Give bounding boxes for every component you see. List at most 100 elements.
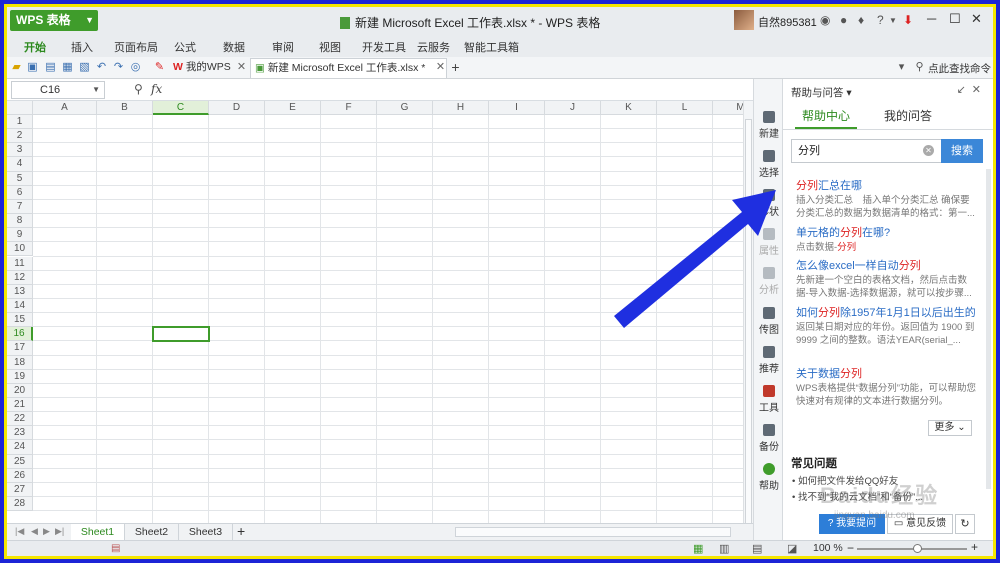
- prev-sheet-icon[interactable]: ◀: [31, 526, 38, 537]
- rail-item-help[interactable]: 帮助: [754, 463, 784, 492]
- column-header[interactable]: J: [545, 101, 601, 115]
- eye-protection-icon[interactable]: ◪: [787, 542, 797, 555]
- avatar[interactable]: [734, 10, 754, 30]
- tab-developer[interactable]: 开发工具: [362, 39, 406, 55]
- rail-item-shape[interactable]: 形状: [754, 189, 784, 218]
- tab-view[interactable]: 视图: [319, 39, 341, 55]
- vip-icon[interactable]: ◉: [820, 13, 830, 27]
- pdf-icon[interactable]: ▧: [78, 61, 91, 74]
- row-header[interactable]: 19: [7, 369, 33, 384]
- close-button[interactable]: ✕: [971, 11, 982, 27]
- row-header[interactable]: 25: [7, 454, 33, 469]
- redo-icon[interactable]: ↷: [112, 61, 125, 74]
- row-header[interactable]: 21: [7, 398, 33, 413]
- add-sheet-button[interactable]: +: [237, 523, 245, 539]
- command-search[interactable]: 点此查找命令: [928, 61, 991, 76]
- row-header[interactable]: 12: [7, 270, 33, 285]
- tab-help-center[interactable]: 帮助中心: [795, 105, 857, 129]
- zoom-slider[interactable]: [857, 544, 967, 553]
- row-header[interactable]: 4: [7, 157, 33, 172]
- column-header[interactable]: M: [713, 101, 743, 115]
- more-button[interactable]: 更多 ⌄: [928, 420, 972, 436]
- chevron-down-icon[interactable]: ▼: [889, 16, 897, 25]
- spreadsheet-grid[interactable]: ABCDEFGHIJKLM 1 2 3 4 5 6 7 8 9 10 11 12 13 14 15 16 17 1…: [7, 101, 743, 523]
- tab-cloud[interactable]: 云服务: [417, 39, 450, 55]
- rail-item-recommend[interactable]: 推荐: [754, 346, 784, 375]
- row-header[interactable]: 24: [7, 440, 33, 455]
- column-header[interactable]: E: [265, 101, 321, 115]
- help-search-button[interactable]: 搜索: [941, 139, 983, 163]
- column-header[interactable]: C: [153, 101, 209, 115]
- name-box[interactable]: C16 ▼: [11, 81, 105, 99]
- close-tab-icon[interactable]: ✕: [434, 61, 447, 74]
- tab-formulas[interactable]: 公式: [174, 39, 196, 55]
- tshirt-icon[interactable]: ♦: [858, 13, 864, 27]
- close-pane-icon[interactable]: ✕: [972, 84, 987, 96]
- print-preview-icon[interactable]: ▤: [44, 61, 57, 74]
- row-header[interactable]: 17: [7, 341, 33, 356]
- first-sheet-icon[interactable]: |◀: [15, 526, 24, 537]
- zoom-in-icon[interactable]: +: [971, 540, 978, 554]
- rail-item-new[interactable]: 新建: [754, 111, 784, 140]
- normal-view-icon[interactable]: ▦: [693, 542, 703, 555]
- doc-tab-my-wps[interactable]: W 我的WPS: [169, 58, 235, 78]
- vertical-scrollbar[interactable]: [743, 101, 753, 529]
- tab-insert[interactable]: 插入: [71, 39, 93, 55]
- selected-cell[interactable]: [152, 326, 210, 343]
- horizontal-scrollbar[interactable]: [455, 527, 731, 537]
- tab-smart-tools[interactable]: 智能工具箱: [464, 39, 519, 55]
- sheet-tab-2[interactable]: Sheet2: [125, 524, 179, 541]
- column-header[interactable]: G: [377, 101, 433, 115]
- tab-home[interactable]: 开始: [24, 39, 46, 55]
- find-icon[interactable]: ◎: [129, 61, 142, 74]
- result-title[interactable]: 怎么像excel一样自动分列: [796, 259, 976, 273]
- zoom-icon[interactable]: ⚲: [134, 82, 143, 96]
- result-title[interactable]: 分列汇总在哪: [796, 179, 976, 193]
- row-header[interactable]: 28: [7, 497, 33, 512]
- row-header[interactable]: 23: [7, 426, 33, 441]
- row-header[interactable]: 9: [7, 228, 33, 243]
- clear-search-icon[interactable]: ✕: [923, 145, 934, 156]
- row-header[interactable]: 26: [7, 468, 33, 483]
- zoom-slider-handle[interactable]: [913, 544, 922, 553]
- next-sheet-icon[interactable]: ▶: [43, 526, 50, 537]
- layout-icon[interactable]: ▾: [895, 61, 908, 74]
- rail-item-tools[interactable]: 工具: [754, 385, 784, 414]
- result-item[interactable]: 如何分列除1957年1月1日以后出生的 返回某日期对应的年份。返回值为 1900…: [796, 306, 976, 347]
- rail-item-backup[interactable]: 备份: [754, 424, 784, 453]
- help-question-icon[interactable]: ?: [877, 13, 884, 27]
- skin-icon[interactable]: ●: [840, 13, 847, 27]
- reading-mode-icon[interactable]: ▤: [752, 542, 762, 555]
- row-header[interactable]: 14: [7, 298, 33, 314]
- help-pane-scrollbar[interactable]: [986, 169, 991, 489]
- row-header[interactable]: 5: [7, 171, 33, 186]
- rail-item-select[interactable]: 选择: [754, 150, 784, 179]
- maximize-button[interactable]: ☐: [949, 11, 961, 27]
- open-icon[interactable]: ▰: [10, 61, 23, 74]
- new-tab-icon[interactable]: +: [449, 60, 462, 74]
- row-header[interactable]: 11: [7, 256, 33, 271]
- print-icon[interactable]: ▦: [61, 61, 74, 74]
- tab-review[interactable]: 审阅: [272, 39, 294, 55]
- minimize-button[interactable]: ─: [927, 11, 936, 26]
- row-header[interactable]: 1: [7, 115, 33, 130]
- row-header[interactable]: 18: [7, 355, 33, 370]
- undo-icon[interactable]: ↶: [95, 61, 108, 74]
- result-item[interactable]: 分列汇总在哪 插入分类汇总 插入单个分类汇总 确保要分类汇总的数据为数据清单的格…: [796, 179, 976, 220]
- row-header[interactable]: 2: [7, 129, 33, 144]
- page-break-view-icon[interactable]: ▥: [719, 542, 729, 555]
- fx-button[interactable]: fx: [151, 82, 162, 96]
- last-sheet-icon[interactable]: ▶|: [55, 526, 64, 537]
- column-header[interactable]: F: [321, 101, 377, 115]
- row-header[interactable]: 20: [7, 383, 33, 398]
- column-header[interactable]: K: [601, 101, 657, 115]
- row-header[interactable]: 3: [7, 143, 33, 158]
- format-painter-icon[interactable]: ✎: [153, 61, 166, 74]
- zoom-level[interactable]: 100 %: [813, 542, 843, 554]
- row-header[interactable]: 8: [7, 214, 33, 229]
- result-title[interactable]: 单元格的分列在哪?: [796, 226, 976, 240]
- column-header[interactable]: I: [489, 101, 545, 115]
- rail-item-property[interactable]: 属性: [754, 228, 784, 257]
- download-icon[interactable]: ⬇: [903, 13, 913, 27]
- result-title[interactable]: 关于数据分列: [796, 367, 976, 381]
